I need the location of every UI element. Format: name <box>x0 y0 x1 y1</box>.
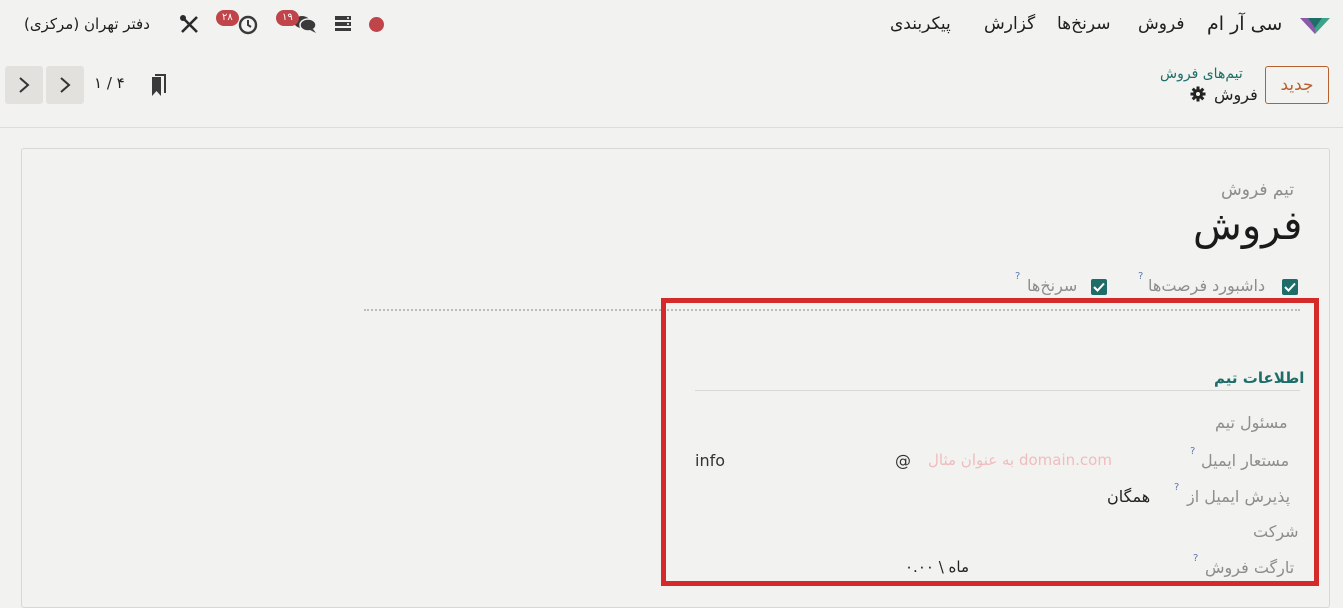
check-icon <box>1093 282 1105 292</box>
breadcrumb-parent[interactable]: تیم‌های فروش <box>1160 66 1243 82</box>
leads-checkbox[interactable] <box>1091 279 1107 295</box>
tools-icon[interactable] <box>179 14 200 35</box>
menu-configuration[interactable]: پیکربندی <box>890 14 951 34</box>
help-icon[interactable]: ? <box>1015 271 1020 282</box>
help-icon[interactable]: ? <box>1138 271 1143 282</box>
activity-count-badge: ۲۸ <box>216 10 239 26</box>
menu-reporting[interactable]: گزارش <box>984 14 1035 34</box>
crm-app-icon[interactable] <box>1300 14 1330 38</box>
company-switcher[interactable]: دفتر تهران (مرکزی) <box>24 15 150 33</box>
status-indicator[interactable] <box>369 17 384 32</box>
chevron-right-icon <box>60 77 71 93</box>
pager-next-button[interactable] <box>46 66 84 104</box>
menu-sales[interactable]: فروش <box>1138 14 1184 34</box>
breadcrumb-current: فروش <box>1214 85 1258 104</box>
menu-leads[interactable]: سرنخ‌ها <box>1057 14 1110 34</box>
pager-value[interactable]: ۱ / ۴ <box>94 74 125 92</box>
opportunities-checkbox[interactable] <box>1282 279 1298 295</box>
gear-icon[interactable] <box>1190 86 1206 102</box>
check-icon <box>1284 282 1296 292</box>
highlight-box <box>661 298 1319 586</box>
control-panel-divider <box>0 127 1343 128</box>
leads-label: سرنخ‌ها <box>1027 276 1078 295</box>
team-name-field[interactable]: فروش <box>1193 203 1302 249</box>
bookmark-icon[interactable] <box>149 74 167 98</box>
server-icon[interactable] <box>334 15 352 32</box>
app-name[interactable]: سی آر ام <box>1207 13 1282 35</box>
new-button[interactable]: جدید <box>1265 66 1329 104</box>
messages-count-badge: ۱۹ <box>276 10 299 26</box>
pager-previous-button[interactable] <box>5 66 43 104</box>
form-subtitle: تیم فروش <box>1221 180 1295 200</box>
chevron-right-icon <box>19 77 30 93</box>
activity-clock-icon[interactable] <box>238 15 258 35</box>
opportunities-label: داشبورد فرصت‌ها <box>1148 276 1266 295</box>
